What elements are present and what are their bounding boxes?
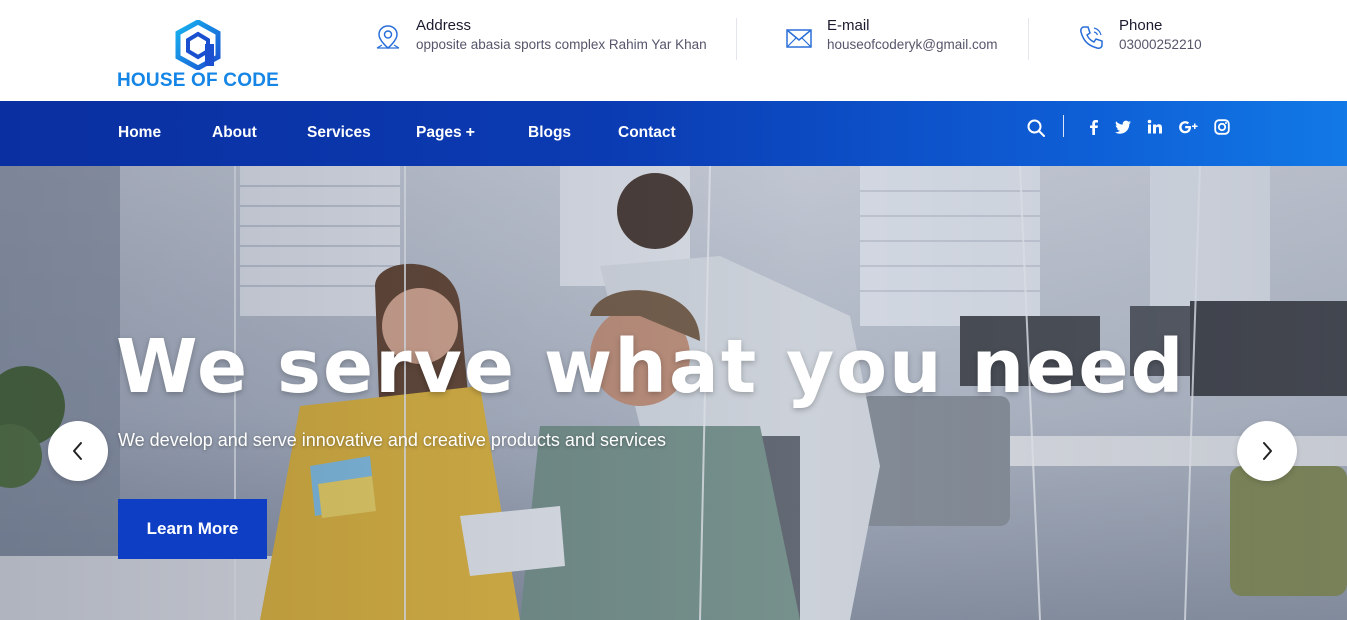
phone-value[interactable]: 03000252210 xyxy=(1119,37,1202,52)
linkedin-icon[interactable] xyxy=(1146,118,1164,136)
top-header: HOUSE OF CODE Address opposite abasia sp… xyxy=(0,0,1347,101)
search-icon[interactable] xyxy=(1026,118,1046,138)
email-label: E-mail xyxy=(827,17,870,34)
twitter-icon[interactable] xyxy=(1114,118,1132,136)
nav-item-about[interactable]: About xyxy=(212,124,257,142)
hero-subtitle: We develop and serve innovative and crea… xyxy=(118,430,666,450)
contact-email: E-mail houseofcoderyk@gmail.com xyxy=(784,16,1024,60)
nav-item-home[interactable]: Home xyxy=(118,124,161,142)
chevron-right-icon xyxy=(1263,442,1272,460)
phone-icon xyxy=(1080,26,1103,49)
hero-slider: We serve what you need We develop and se… xyxy=(0,166,1347,620)
logo-mark-icon xyxy=(175,20,221,70)
learn-more-button[interactable]: Learn More xyxy=(118,499,267,559)
main-navbar: Home About Services Pages + Blogs Contact xyxy=(0,101,1347,166)
contact-address: Address opposite abasia sports complex R… xyxy=(373,16,733,60)
map-pin-icon xyxy=(376,25,400,49)
divider xyxy=(1028,18,1029,60)
nav-item-services[interactable]: Services xyxy=(307,124,371,142)
nav-item-pages-label: Pages xyxy=(416,124,462,141)
slider-next-button[interactable] xyxy=(1237,421,1297,481)
google-plus-icon[interactable] xyxy=(1178,118,1200,136)
envelope-icon xyxy=(786,29,812,48)
hero-title: We serve what you need xyxy=(116,324,1186,410)
logo-text: HOUSE OF CODE xyxy=(117,70,280,91)
address-label: Address xyxy=(416,17,472,34)
address-value: opposite abasia sports complex Rahim Yar… xyxy=(416,37,707,52)
nav-item-contact[interactable]: Contact xyxy=(618,124,676,142)
phone-label: Phone xyxy=(1119,17,1163,34)
nav-divider xyxy=(1063,115,1064,137)
facebook-icon[interactable] xyxy=(1085,118,1103,136)
instagram-icon[interactable] xyxy=(1213,118,1231,136)
nav-item-blogs[interactable]: Blogs xyxy=(528,124,571,142)
contact-phone: Phone 03000252210 xyxy=(1076,16,1276,60)
slider-prev-button[interactable] xyxy=(48,421,108,481)
email-value[interactable]: houseofcoderyk@gmail.com xyxy=(827,37,998,52)
plus-icon: + xyxy=(465,124,476,141)
chevron-left-icon xyxy=(73,442,82,460)
nav-item-pages[interactable]: Pages + xyxy=(416,124,475,142)
site-logo[interactable]: HOUSE OF CODE xyxy=(117,20,282,92)
divider xyxy=(736,18,737,60)
